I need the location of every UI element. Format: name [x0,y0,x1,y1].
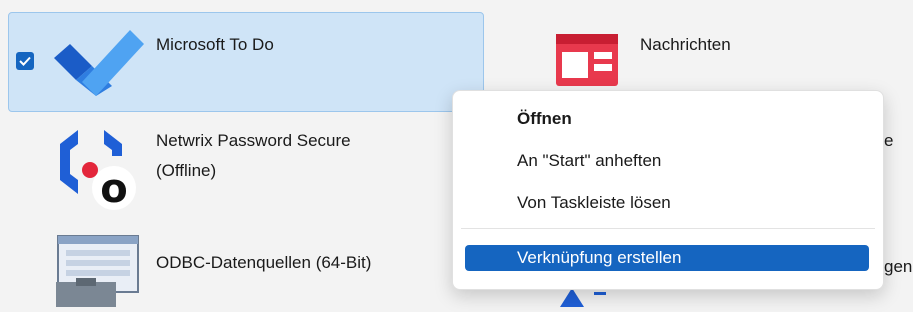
app-label-netwrix-line2: (Offline) [156,161,217,180]
odbc-icon [52,234,144,312]
menu-item-von-taskleiste-loesen[interactable]: Von Taskleiste lösen [453,189,883,217]
selection-checkbox[interactable] [16,52,34,70]
svg-text:o: o [100,166,127,212]
menu-separator [461,228,875,229]
context-menu: Öffnen An "Start" anheften Von Taskleist… [452,90,884,290]
app-label-todo: Microsoft To Do [156,35,274,54]
app-label-partial-bottom: gen [884,257,913,276]
menu-item-an-start-anheften[interactable]: An "Start" anheften [453,147,883,175]
netwrix-icon: o [52,126,144,217]
partial-app-icon [550,288,610,312]
checkmark-icon [19,56,31,66]
todo-check-icon [52,22,144,101]
menu-item-oeffnen[interactable]: Öffnen [453,105,883,133]
app-label-partial-top: e [884,131,894,150]
news-icon [556,34,618,91]
menu-item-verknuepfung-erstellen[interactable]: Verknüpfung erstellen [465,245,869,271]
app-label-odbc: ODBC-Datenquellen (64-Bit) [156,253,372,272]
app-label-netwrix-line1: Netwrix Password Secure [156,131,351,150]
app-label-nachrichten: Nachrichten [640,35,731,54]
